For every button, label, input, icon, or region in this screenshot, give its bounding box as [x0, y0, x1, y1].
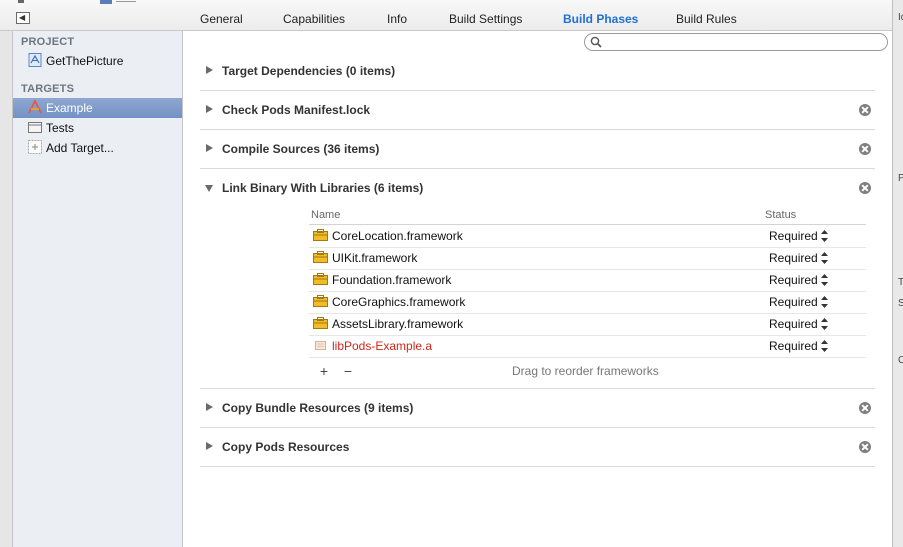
- app-target-icon: [28, 100, 42, 114]
- framework-icon: [313, 317, 328, 329]
- targets-section-header: TARGETS: [21, 83, 75, 95]
- inspector-strip: [892, 0, 903, 547]
- library-name: AssetsLibrary.framework: [332, 317, 464, 331]
- sidebar-item-tests-target[interactable]: Tests: [13, 118, 182, 138]
- disclosure-triangle-icon[interactable]: [205, 185, 213, 192]
- remove-library-button[interactable]: −: [342, 363, 354, 379]
- phase-title: Check Pods Manifest.lock: [222, 103, 371, 117]
- drag-hint-text: Drag to reorder frameworks: [512, 364, 659, 378]
- tab-build-rules[interactable]: Build Rules: [676, 12, 737, 26]
- table-row[interactable]: libPods-Example.a Required: [309, 335, 866, 358]
- library-status-select[interactable]: Required: [769, 251, 818, 265]
- framework-icon: [313, 273, 328, 285]
- framework-icon: [313, 295, 328, 307]
- sidebar-item-example-target[interactable]: Example: [13, 98, 182, 118]
- project-section-header: PROJECT: [21, 36, 75, 48]
- phase-title: Copy Bundle Resources (9 items): [222, 401, 414, 415]
- sidebar-item-label: Add Target...: [46, 141, 114, 155]
- add-target-icon: [28, 140, 42, 154]
- delete-phase-icon[interactable]: [859, 143, 871, 155]
- chevron-up-down-icon[interactable]: [821, 273, 828, 287]
- library-name: CoreLocation.framework: [332, 229, 463, 243]
- chevron-up-down-icon[interactable]: [821, 295, 828, 309]
- phase-target-dependencies[interactable]: Target Dependencies (0 items): [200, 52, 875, 91]
- left-gutter: [0, 0, 13, 547]
- library-name: Foundation.framework: [332, 273, 452, 287]
- sidebar-item-label: GetThePicture: [46, 54, 124, 68]
- disclosure-triangle-icon[interactable]: [206, 144, 213, 152]
- column-header-status[interactable]: Status: [765, 209, 796, 221]
- toolbar-fragment: [18, 0, 136, 4]
- phase-title: Link Binary With Libraries (6 items): [222, 181, 424, 195]
- library-name: UIKit.framework: [332, 251, 418, 265]
- phase-copy-bundle-resources[interactable]: Copy Bundle Resources (9 items): [200, 389, 875, 428]
- table-row[interactable]: AssetsLibrary.framework Required: [309, 313, 866, 336]
- sidebar-toggle-button[interactable]: ◀: [16, 12, 30, 24]
- delete-phase-icon[interactable]: [859, 402, 871, 414]
- table-row[interactable]: UIKit.framework Required: [309, 247, 866, 270]
- sidebar-toggle-icon: ◀: [19, 13, 26, 22]
- library-name: CoreGraphics.framework: [332, 295, 466, 309]
- static-library-icon: [315, 341, 326, 350]
- search-icon: [590, 36, 602, 48]
- sidebar-item-project[interactable]: GetThePicture: [13, 51, 182, 71]
- tab-build-settings[interactable]: Build Settings: [449, 12, 522, 26]
- phase-title: Target Dependencies (0 items): [222, 64, 396, 78]
- delete-phase-icon[interactable]: [859, 441, 871, 453]
- project-file-icon: [28, 53, 42, 67]
- phase-check-pods-manifest[interactable]: Check Pods Manifest.lock: [200, 91, 875, 130]
- disclosure-triangle-icon[interactable]: [206, 403, 213, 411]
- test-bundle-icon: [28, 122, 42, 133]
- disclosure-triangle-icon[interactable]: [206, 442, 213, 450]
- phase-copy-pods-resources[interactable]: Copy Pods Resources: [200, 428, 875, 467]
- inspector-fragment-label: P: [898, 173, 903, 184]
- add-library-button[interactable]: +: [318, 363, 330, 379]
- framework-icon: [313, 229, 328, 241]
- chevron-up-down-icon[interactable]: [821, 229, 828, 243]
- inspector-fragment-label: S: [898, 298, 903, 309]
- tab-capabilities[interactable]: Capabilities: [283, 12, 345, 26]
- inspector-fragment-label: C: [898, 355, 903, 366]
- library-name: libPods-Example.a: [332, 339, 433, 353]
- chevron-up-down-icon[interactable]: [821, 251, 828, 265]
- library-status-select[interactable]: Required: [769, 295, 818, 309]
- search-input[interactable]: [607, 34, 877, 50]
- sidebar-item-label: Tests: [46, 121, 75, 135]
- library-status-select[interactable]: Required: [769, 273, 818, 287]
- table-row[interactable]: CoreLocation.framework Required: [309, 225, 866, 248]
- inspector-fragment-label: T: [898, 277, 903, 288]
- chevron-up-down-icon[interactable]: [821, 317, 828, 331]
- disclosure-triangle-icon[interactable]: [206, 105, 213, 113]
- framework-icon: [313, 251, 328, 263]
- table-row[interactable]: CoreGraphics.framework Required: [309, 291, 866, 314]
- phase-title: Copy Pods Resources: [222, 440, 350, 454]
- library-status-select[interactable]: Required: [769, 229, 818, 243]
- phase-search-field[interactable]: [584, 33, 888, 51]
- delete-phase-icon[interactable]: [859, 104, 871, 116]
- column-header-name[interactable]: Name: [311, 209, 340, 221]
- tab-build-phases[interactable]: Build Phases: [563, 12, 638, 26]
- delete-phase-icon[interactable]: [859, 182, 871, 194]
- library-status-select[interactable]: Required: [769, 317, 818, 331]
- library-status-select[interactable]: Required: [769, 339, 818, 353]
- tab-general[interactable]: General: [200, 12, 243, 26]
- table-row[interactable]: Foundation.framework Required: [309, 269, 866, 292]
- phase-compile-sources[interactable]: Compile Sources (36 items): [200, 130, 875, 169]
- phase-title: Compile Sources (36 items): [222, 142, 380, 156]
- sidebar-item-label: Example: [46, 101, 93, 115]
- inspector-fragment-label: Id: [898, 12, 903, 23]
- tab-info[interactable]: Info: [387, 12, 407, 26]
- disclosure-triangle-icon[interactable]: [206, 66, 213, 74]
- chevron-up-down-icon[interactable]: [821, 339, 828, 353]
- sidebar-item-add-target[interactable]: Add Target...: [13, 138, 182, 158]
